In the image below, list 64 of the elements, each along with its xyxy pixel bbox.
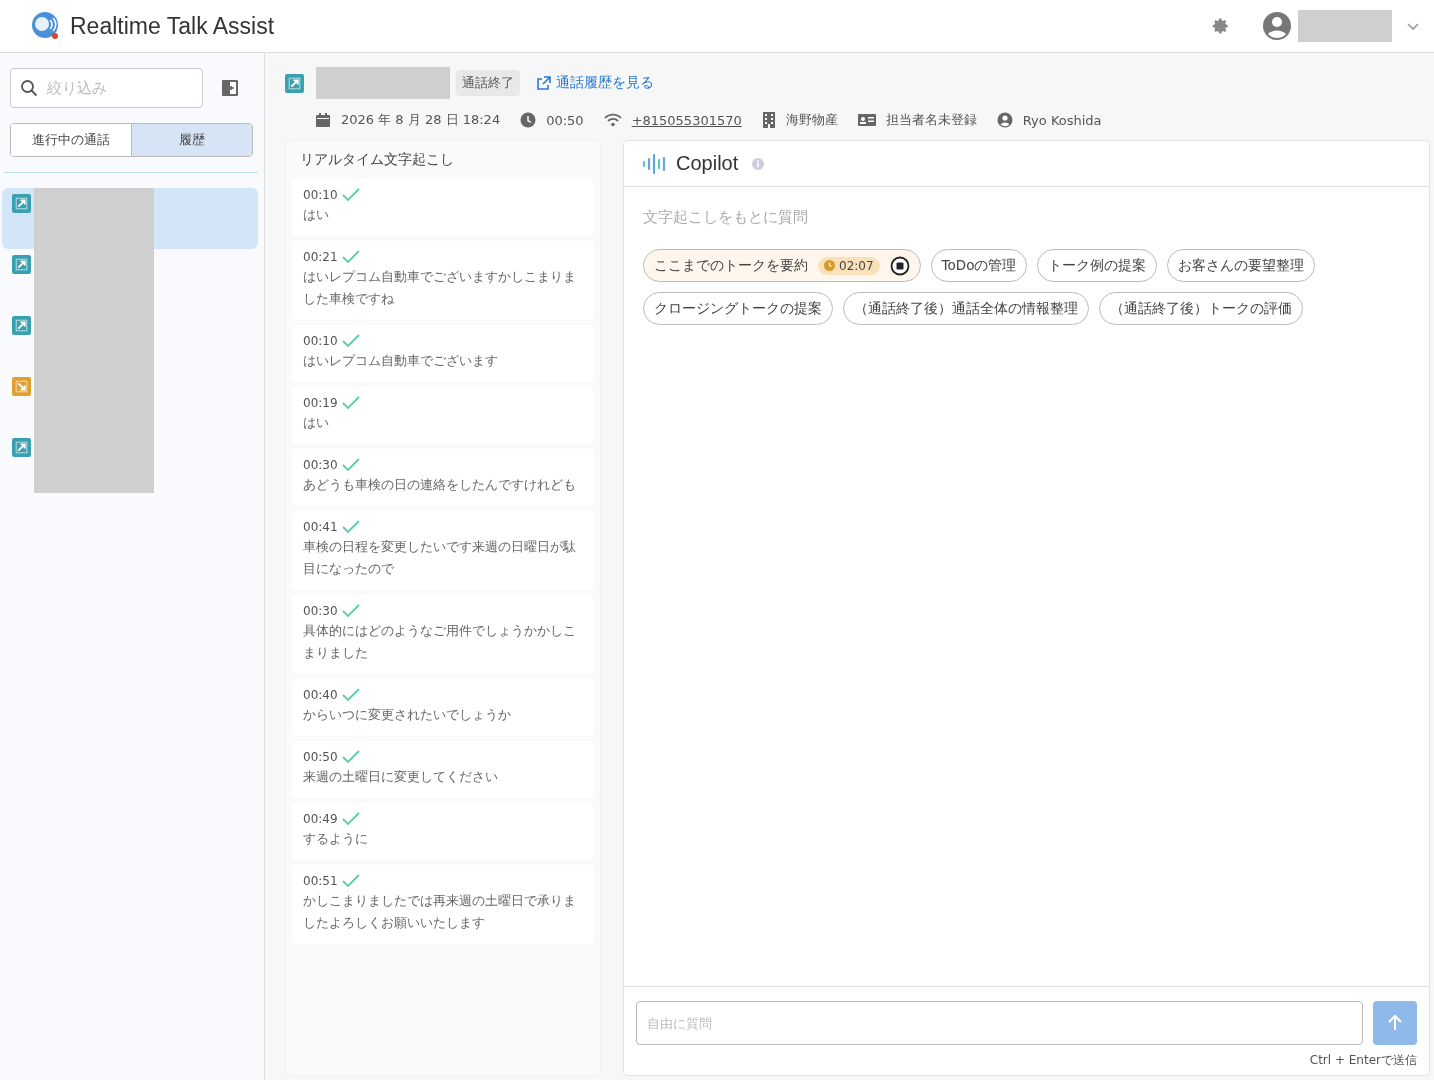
transcript-text: はい: [303, 414, 330, 432]
call-info-text: 00:50: [546, 112, 584, 128]
call-info-text: 担当者名未登録: [885, 111, 977, 129]
timestamp: 00:40: [303, 688, 338, 702]
audio-bars-icon: [642, 153, 668, 174]
timestamp: 00:30: [303, 604, 338, 618]
transcript-text: 具体的にはどのようなご用件でしょうかかしこまりました: [303, 622, 577, 662]
suggestion-chip[interactable]: ここまでのトークを要約 02:07: [643, 249, 921, 282]
user-icon: [996, 112, 1013, 128]
timestamp: 00:30: [303, 458, 338, 472]
transcript-text: するように: [303, 830, 369, 848]
suggestion-chip[interactable]: ToDoの管理: [930, 249, 1028, 282]
transcript-text: あどうも車検の日の連絡をしたんですけれども: [303, 476, 577, 494]
timestamp: 00:41: [303, 520, 338, 534]
transcript-text: かしこまりましたでは再来週の土曜日で承りましたよろしくお願いいたします: [303, 892, 577, 932]
question-input[interactable]: 自由に質問: [636, 1001, 1363, 1045]
settings-icon[interactable]: [1212, 17, 1230, 35]
timestamp: 00:51: [303, 874, 338, 888]
transcript-text: 来週の土曜日に変更してください: [303, 768, 499, 786]
building-icon: [761, 112, 776, 128]
arrow-up-icon: [1386, 1014, 1404, 1032]
search-field[interactable]: 絞り込み: [10, 68, 203, 108]
suggestion-chip[interactable]: （通話終了後）トークの評価: [1099, 292, 1303, 325]
phone-link[interactable]: +815055301570: [631, 112, 742, 128]
id-card-icon: [857, 113, 876, 127]
panel-title: リアルタイム文字起こし: [300, 151, 455, 169]
transcript-text: はいレプコム自動車でございます: [303, 352, 499, 370]
app-title: Realtime Talk Assist: [70, 12, 275, 40]
timestamp: 00:10: [303, 334, 338, 348]
suggestion-chip[interactable]: お客さんの要望整理: [1167, 249, 1316, 282]
suggestion-chip[interactable]: クロージングトークの提案: [643, 292, 833, 325]
transcript-text: はい: [303, 206, 330, 224]
call-list-item[interactable]: [2, 188, 258, 249]
stop-icon[interactable]: [889, 255, 910, 276]
external-link-icon: [536, 75, 551, 91]
panel-title: Copilot: [676, 152, 739, 175]
timestamp: 00:19: [303, 396, 338, 410]
timestamp: 00:21: [303, 250, 338, 264]
send-button[interactable]: [1373, 1001, 1417, 1045]
tab[interactable]: 履歴: [131, 124, 252, 156]
call-info-text: 2026 年 8 月 28 日 18:24: [341, 111, 501, 129]
user-avatar-icon[interactable]: [1262, 11, 1292, 41]
transcript-text: はいレプコム自動車でございますかしこまりました車検ですね: [303, 268, 577, 308]
collapse-sidebar-icon[interactable]: [221, 79, 239, 97]
transcript-text: からいつに変更されたいでしょうか: [303, 706, 512, 724]
clock-icon: [520, 112, 537, 128]
transcript-text: 車検の日程を変更したいです来週の日曜日が駄目になったので: [303, 538, 577, 578]
timestamp: 00:50: [303, 750, 338, 764]
timer-badge: 02:07: [818, 256, 880, 275]
timestamp: 00:10: [303, 188, 338, 202]
call-info-text: Ryo Koshida: [1022, 112, 1102, 128]
suggestion-chip[interactable]: （通話終了後）通話全体の情報整理: [843, 292, 1089, 325]
tab[interactable]: 進行中の通話: [11, 124, 131, 156]
suggestion-chip[interactable]: トーク例の提案: [1037, 249, 1158, 282]
info-icon[interactable]: [752, 157, 765, 170]
clock-icon: [824, 260, 835, 271]
calendar-icon: [315, 112, 331, 128]
prompt-text: 文字起こしをもとに質問: [643, 208, 809, 227]
hint-text: Ctrl + Enterで送信: [1308, 1052, 1417, 1069]
wifi-icon: [603, 113, 622, 127]
status-badge: 通話終了: [456, 70, 520, 96]
call-info-text: 海野物産: [785, 111, 838, 129]
timestamp: 00:49: [303, 812, 338, 826]
history-link[interactable]: 通話履歴を見る: [536, 74, 654, 92]
